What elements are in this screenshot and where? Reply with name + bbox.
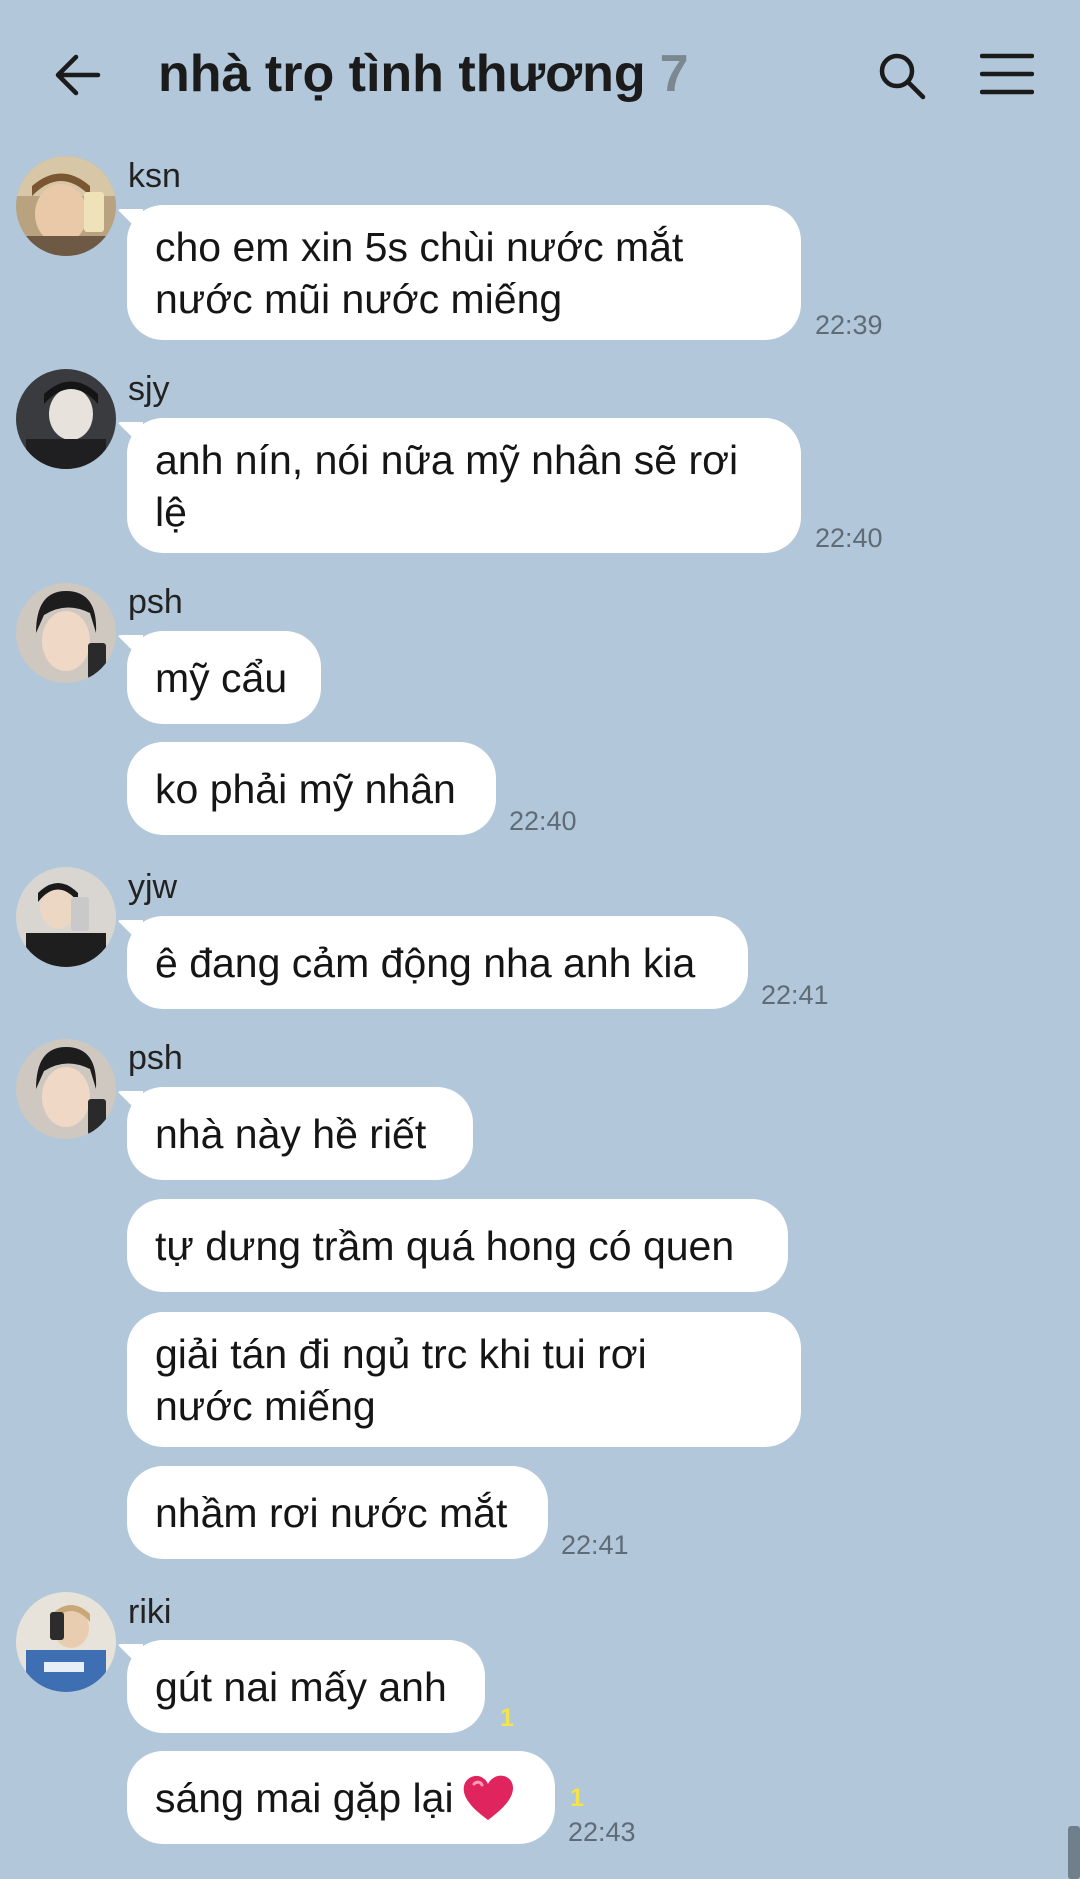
sender-name: psh xyxy=(128,1039,183,1077)
menu-button[interactable] xyxy=(979,52,1035,96)
unread-count: 1 xyxy=(500,1704,514,1732)
message-bubble[interactable]: gút nai mấy anh xyxy=(127,1640,485,1733)
avatar-riki[interactable] xyxy=(16,1592,116,1692)
message-bubble[interactable]: nhà này hề riết xyxy=(127,1087,473,1180)
message-time: 22:39 xyxy=(815,310,883,340)
sender-name: sjy xyxy=(128,370,170,408)
avatar-sjy[interactable] xyxy=(16,369,116,469)
message-bubble[interactable]: nhầm rơi nước mắt xyxy=(127,1466,548,1559)
sender-name: riki xyxy=(128,1593,172,1631)
message-time: 22:40 xyxy=(815,523,883,553)
message-time: 22:43 xyxy=(568,1817,636,1847)
search-button[interactable] xyxy=(876,50,928,102)
message-bubble[interactable]: anh nín, nói nữa mỹ nhân sẽ rơi lệ xyxy=(127,418,801,553)
chat-title: nhà trọ tình thương 7 xyxy=(158,44,689,104)
chat-title-text: nhà trọ tình thương xyxy=(158,45,646,103)
back-button[interactable] xyxy=(50,48,104,102)
arrow-left-icon xyxy=(55,54,101,96)
sender-name: yjw xyxy=(128,868,178,906)
message-time: 22:41 xyxy=(761,980,829,1010)
message-text: sáng mai gặp lại xyxy=(155,1774,454,1821)
avatar-yjw[interactable] xyxy=(16,867,116,967)
message-bubble[interactable]: giải tán đi ngủ trc khi tui rơi nước miế… xyxy=(127,1312,801,1447)
message-bubble[interactable]: mỹ cẩu xyxy=(127,631,321,724)
avatar-psh[interactable] xyxy=(16,1039,116,1139)
scrollbar[interactable] xyxy=(1068,1826,1080,1879)
chat-header: nhà trọ tình thương 7 xyxy=(0,0,1080,150)
unread-count: 1 xyxy=(570,1784,584,1812)
avatar-ksn[interactable] xyxy=(16,156,116,256)
avatar-psh[interactable] xyxy=(16,583,116,683)
hamburger-menu-icon xyxy=(979,53,1035,95)
message-time: 22:40 xyxy=(509,806,577,836)
message-bubble[interactable]: ko phải mỹ nhân xyxy=(127,742,496,835)
message-bubble[interactable]: tự dưng trầm quá hong có quen xyxy=(127,1199,788,1292)
message-bubble[interactable]: cho em xin 5s chùi nước mắt nước mũi nướ… xyxy=(127,205,801,340)
message-bubble[interactable]: ê đang cảm động nha anh kia xyxy=(127,916,748,1009)
sender-name: psh xyxy=(128,583,183,621)
message-bubble[interactable]: sáng mai gặp lại xyxy=(127,1751,555,1844)
sender-name: ksn xyxy=(128,157,181,195)
search-icon xyxy=(879,53,926,100)
heart-emoji-icon xyxy=(463,1775,513,1820)
member-count: 7 xyxy=(659,45,689,103)
message-time: 22:41 xyxy=(561,1530,629,1560)
